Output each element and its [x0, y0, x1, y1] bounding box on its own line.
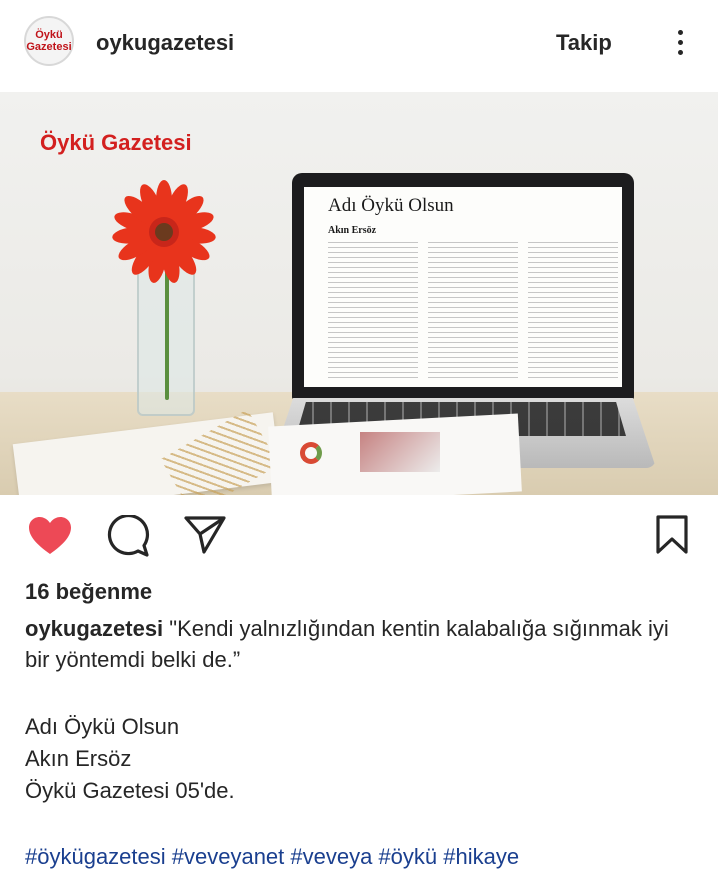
caption-line: Öykü Gazetesi 05'de.: [25, 778, 235, 803]
screen-story-title: Adı Öykü Olsun: [328, 195, 454, 216]
paper-graphic: [360, 432, 440, 472]
avatar-text-line-2: Gazetesi: [26, 41, 72, 53]
screen-story-author: Akın Ersöz: [328, 225, 377, 236]
avatar-text-line-1: Öykü: [35, 29, 63, 41]
caption-line: Akın Ersöz: [25, 746, 132, 771]
send-icon[interactable]: [184, 515, 226, 555]
avatar[interactable]: Öykü Gazetesi: [24, 16, 74, 66]
username[interactable]: oykugazetesi: [96, 30, 234, 56]
follow-button[interactable]: Takip: [556, 30, 612, 56]
heart-filled-icon[interactable]: [28, 516, 72, 556]
post-image[interactable]: Öykü Gazetesi Adı Öykü Olsun Akın Ersöz: [0, 92, 718, 495]
caption-username[interactable]: oykugazetesi: [25, 616, 163, 641]
laptop-screen: Adı Öykü Olsun Akın Ersöz: [304, 187, 622, 387]
like-count[interactable]: 16 beğenme: [25, 579, 152, 605]
brand-overlay: Öykü Gazetesi: [40, 130, 192, 155]
comment-icon[interactable]: [106, 515, 150, 557]
screen-text-columns: [328, 242, 618, 382]
paper-chart: [300, 442, 322, 464]
more-vertical-icon[interactable]: [672, 30, 688, 60]
caption-details: Adı Öykü Olsun Akın Ersöz Öykü Gazetesi …: [25, 711, 235, 807]
hashtags[interactable]: #öykügazetesi #veveyanet #veveya #öykü #…: [25, 844, 519, 870]
bookmark-icon[interactable]: [655, 515, 689, 555]
action-bar: [0, 495, 718, 575]
caption-line: Adı Öykü Olsun: [25, 714, 180, 739]
gerbera-flower: [112, 180, 216, 283]
post-header: Öykü Gazetesi oykugazetesi Takip: [0, 0, 718, 92]
caption: oykugazetesi "Kendi yalnızlığından kenti…: [25, 613, 695, 675]
